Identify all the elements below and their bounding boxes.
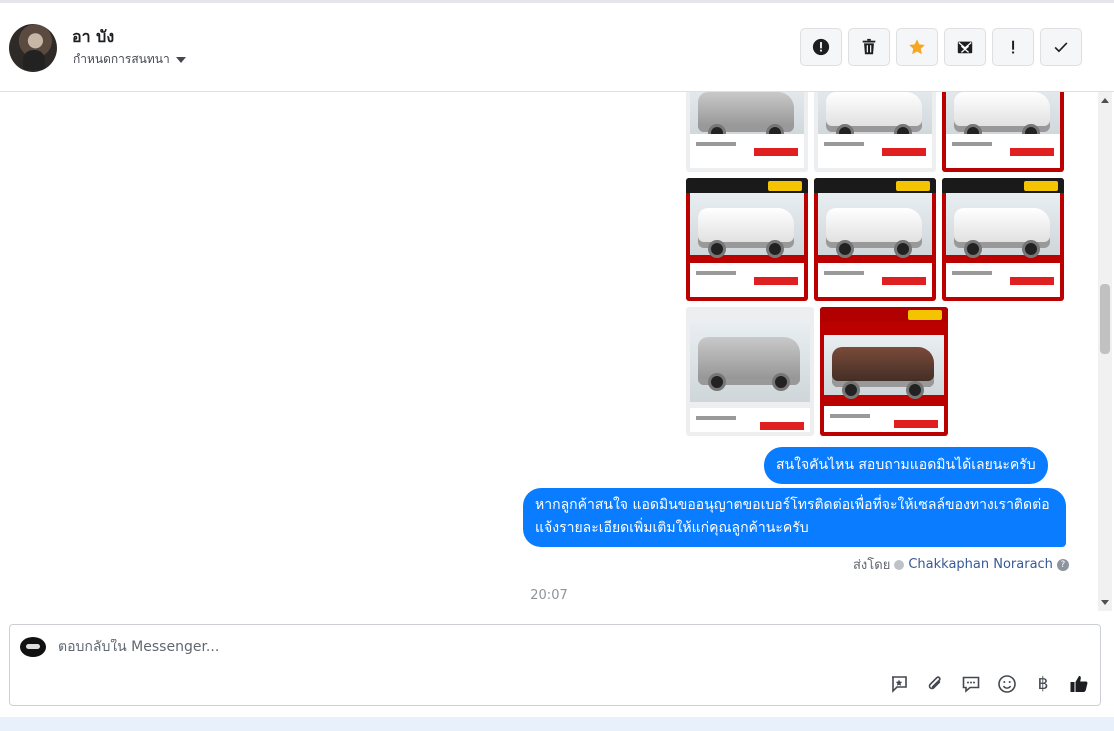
car-photo-7[interactable]: [686, 307, 814, 436]
envelope-x-icon: [957, 41, 973, 54]
header-actions: [800, 28, 1082, 66]
assign-conversation-label: กำหนดการสนทนา: [73, 52, 170, 66]
car-photo-3[interactable]: [942, 92, 1064, 172]
conversation-header: อา บัง กำหนดการสนทนา: [0, 0, 1114, 92]
scroll-down-arrow-icon[interactable]: [1101, 600, 1109, 605]
reply-composer: ฿: [9, 624, 1101, 706]
mark-done-button[interactable]: [1040, 28, 1082, 66]
saved-reply-button[interactable]: [888, 673, 910, 695]
page-avatar: [20, 637, 46, 657]
message-bubble[interactable]: สนใจคันไหน สอบถามแอดมินได้เลยนะครับ: [764, 447, 1048, 484]
verified-badge-icon: [894, 559, 905, 570]
mark-unread-button[interactable]: [944, 28, 986, 66]
sent-by-info: ส่งโดย Chakkaphan Norarach ?: [853, 554, 1069, 575]
emoji-button[interactable]: [996, 673, 1018, 695]
follow-up-button[interactable]: [992, 28, 1034, 66]
contact-avatar[interactable]: [9, 24, 57, 72]
car-photo-2[interactable]: [814, 92, 936, 172]
checkmark-icon: [1054, 42, 1068, 53]
caret-down-icon: [175, 57, 186, 63]
trash-icon: [862, 38, 876, 55]
baht-icon: ฿: [1037, 674, 1049, 694]
contact-name[interactable]: อา บัง: [72, 25, 114, 50]
car-photo-4[interactable]: [686, 178, 808, 301]
car-photo-8[interactable]: [820, 307, 948, 436]
scroll-up-arrow-icon[interactable]: [1101, 98, 1109, 103]
help-icon[interactable]: ?: [1056, 558, 1069, 571]
bottom-strip: [0, 717, 1114, 731]
saved-reply-icon: [892, 676, 907, 693]
sent-by-prefix: ส่งโดย: [853, 558, 891, 573]
exclamation-circle-icon: [812, 38, 830, 56]
reply-input[interactable]: [58, 639, 858, 655]
star-icon: [909, 39, 925, 55]
attachment-icon: [928, 676, 941, 690]
like-button[interactable]: [1068, 673, 1090, 695]
thumbs-up-icon: [1070, 676, 1088, 692]
report-spam-button[interactable]: [800, 28, 842, 66]
attach-button[interactable]: [924, 673, 946, 695]
emoji-icon: [998, 675, 1016, 693]
message-bubble[interactable]: หากลูกค้าสนใจ แอดมินขออนุญาตขอเบอร์โทรติ…: [523, 488, 1066, 547]
delete-button[interactable]: [848, 28, 890, 66]
message-template-button[interactable]: [960, 673, 982, 695]
car-photo-1[interactable]: [686, 92, 808, 172]
message-timestamp: 20:07: [530, 588, 568, 603]
thread-scrollbar[interactable]: [1098, 92, 1112, 611]
message-thread: สนใจคันไหน สอบถามแอดมินได้เลยนะครับ หากล…: [0, 92, 1098, 611]
scrollbar-thumb[interactable]: [1100, 284, 1110, 354]
assign-conversation-dropdown[interactable]: กำหนดการสนทนา: [73, 50, 186, 69]
inbox-conversation-view: อา บัง กำหนดการสนทนา สนใจคันไหน สอบถามแอ…: [0, 0, 1114, 731]
car-photo-6[interactable]: [942, 178, 1064, 301]
sender-name[interactable]: Chakkaphan Norarach: [908, 557, 1053, 572]
car-photo-5[interactable]: [814, 178, 936, 301]
message-icon: [962, 676, 980, 693]
composer-tools: ฿: [888, 673, 1090, 695]
star-button[interactable]: [896, 28, 938, 66]
payment-button[interactable]: ฿: [1032, 673, 1054, 695]
exclamation-icon: [1012, 40, 1015, 54]
